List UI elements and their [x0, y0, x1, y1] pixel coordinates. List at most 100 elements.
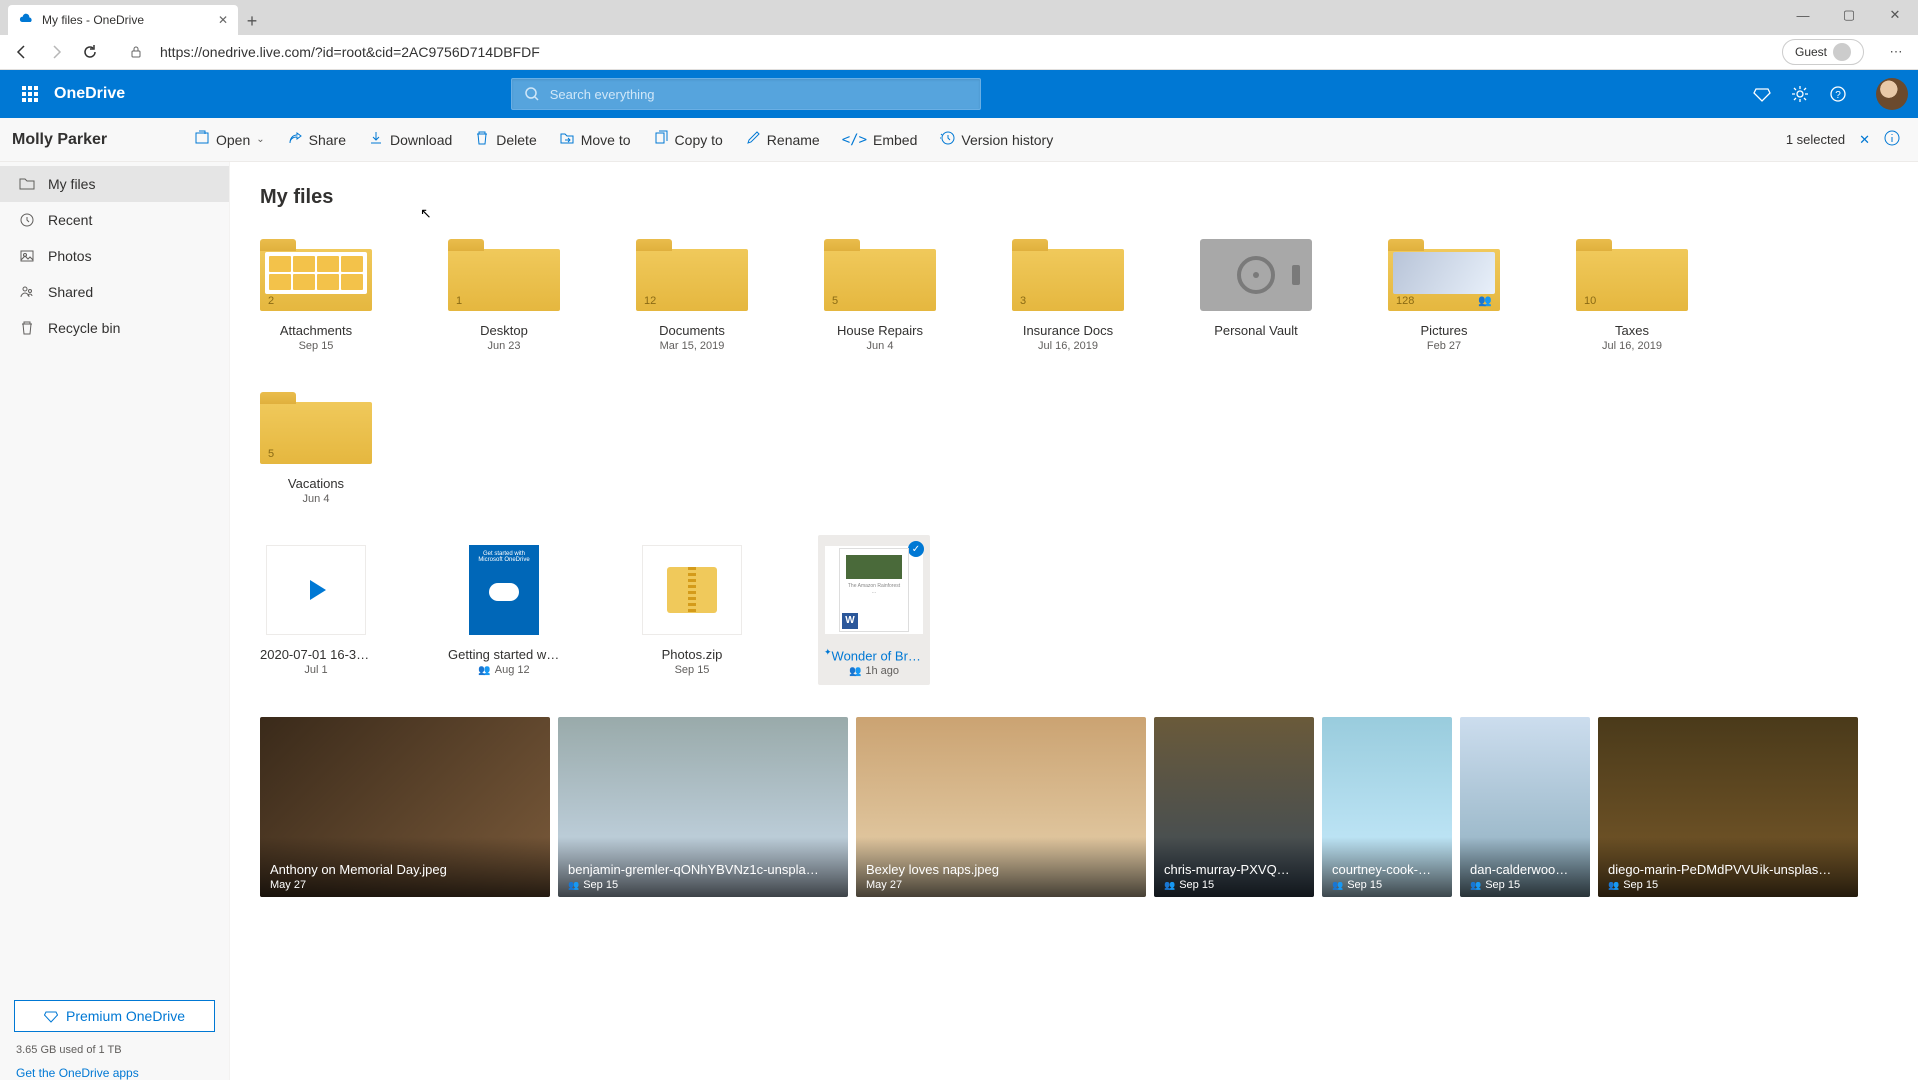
download-button[interactable]: Download [368, 130, 452, 149]
nav-recycle-bin[interactable]: Recycle bin [0, 310, 229, 346]
version-history-button[interactable]: Version history [939, 130, 1053, 149]
close-tab-icon[interactable]: ✕ [218, 13, 228, 27]
copy-icon [653, 130, 669, 149]
photo-name: Anthony on Memorial Day.jpeg [270, 862, 540, 877]
embed-button[interactable]: </>Embed [842, 132, 918, 148]
folder-icon: 128👥 [1388, 249, 1500, 311]
nav-shared[interactable]: Shared [0, 274, 229, 310]
folder-tile[interactable]: 5VacationsJun 4 [260, 392, 372, 505]
move-to-button[interactable]: Move to [559, 130, 631, 149]
premium-button[interactable]: Premium OneDrive [14, 1000, 215, 1032]
clock-icon [18, 211, 36, 229]
photo-card[interactable]: Anthony on Memorial Day.jpeg May 27 [260, 717, 550, 897]
file-tile[interactable]: ✓The Amazon Rainforest...W✦Wonder of Bra… [818, 535, 930, 685]
photo-date: May 27 [270, 879, 306, 891]
settings-button[interactable] [1790, 84, 1810, 104]
nav-my-files[interactable]: My files [0, 166, 229, 202]
folder-date: Sep 15 [260, 340, 372, 352]
folder-name: Vacations [260, 476, 372, 491]
file-tile[interactable]: Get started with Microsoft OneDriveGetti… [448, 545, 560, 677]
window-close[interactable]: ✕ [1872, 0, 1918, 30]
search-input[interactable]: Search everything [511, 78, 981, 110]
folder-tile[interactable]: 3Insurance DocsJul 16, 2019 [1012, 239, 1124, 352]
rename-button[interactable]: Rename [745, 130, 820, 149]
back-button[interactable] [12, 44, 32, 60]
shared-indicator-icon: 👥 [1332, 880, 1343, 891]
url-text[interactable]: https://onedrive.live.com/?id=root&cid=2… [160, 44, 1768, 60]
chevron-down-icon: ⌄ [256, 134, 264, 145]
folder-tile[interactable]: 1 Desktop Jun 23 [448, 239, 560, 352]
item-count: 12 [644, 295, 656, 307]
photo-date: Sep 15 [1623, 879, 1658, 891]
info-button[interactable] [1884, 130, 1900, 149]
user-avatar[interactable] [1876, 78, 1908, 110]
tab-title: My files - OneDrive [42, 13, 144, 27]
shared-indicator-icon: 👥 [478, 665, 490, 676]
item-count: 1 [456, 295, 462, 307]
photo-card[interactable]: Bexley loves naps.jpegMay 27 [856, 717, 1146, 897]
photo-card[interactable]: benjamin-gremler-qONhYBVNz1c-unspla… 👥 Sep… [558, 717, 848, 897]
folder-name: Documents [636, 323, 748, 338]
refresh-button[interactable] [80, 44, 100, 60]
file-tile[interactable]: 2020-07-01 16-35-10.m…Jul 1 [260, 545, 372, 677]
copy-to-button[interactable]: Copy to [653, 130, 723, 149]
nav-recent[interactable]: Recent [0, 202, 229, 238]
folder-tile[interactable]: 2AttachmentsSep 15 [260, 239, 372, 352]
profile-button[interactable]: Guest [1782, 39, 1864, 65]
zip-thumb [642, 545, 742, 635]
file-tile[interactable]: Photos.zipSep 15 [636, 545, 748, 677]
folder-tile[interactable]: 10TaxesJul 16, 2019 [1576, 239, 1688, 352]
guest-label: Guest [1795, 45, 1827, 59]
folder-icon: 5 [824, 249, 936, 311]
left-nav: My files Recent Photos Shared Recycle bi… [0, 162, 230, 1080]
content-area: My files 2AttachmentsSep 151DesktopJun 2… [230, 162, 1918, 1080]
download-icon [368, 130, 384, 149]
forward-button[interactable] [46, 44, 66, 60]
browser-menu-button[interactable]: ⋯ [1886, 44, 1906, 60]
photo-name: chris-murray-PXVQ… [1164, 862, 1304, 877]
delete-button[interactable]: Delete [474, 130, 536, 149]
item-count: 2 [268, 295, 274, 307]
folder-tile[interactable]: 128👥PicturesFeb 27 [1388, 239, 1500, 352]
window-maximize[interactable]: ▢ [1826, 0, 1872, 30]
vault-icon [1200, 239, 1312, 311]
folder-date: Jun 23 [448, 340, 560, 352]
premium-diamond-icon[interactable] [1752, 84, 1772, 104]
folder-name: Desktop [448, 323, 560, 338]
share-button[interactable]: Share [287, 130, 346, 149]
onedrive-icon [18, 12, 34, 28]
photo-name: benjamin-gremler-qONhYBVNz1c-unspla… [568, 862, 838, 877]
photo-card[interactable]: diego-marin-PeDMdPVVUik-unsplas…👥Sep 15 [1598, 717, 1858, 897]
waffle-icon [22, 86, 38, 102]
brand-name[interactable]: OneDrive [54, 85, 125, 103]
shared-indicator-icon: 👥 [568, 880, 579, 891]
play-icon [310, 580, 326, 600]
new-tab-button[interactable]: + [238, 7, 266, 35]
rename-icon [745, 130, 761, 149]
nav-photos[interactable]: Photos [0, 238, 229, 274]
open-button[interactable]: Open⌄ [194, 130, 265, 149]
photo-date: Sep 15 [1179, 879, 1214, 891]
folder-tile[interactable]: 5House RepairsJun 4 [824, 239, 936, 352]
get-apps-link[interactable]: Get the OneDrive apps [0, 1066, 229, 1080]
folder-icon: 12 [636, 249, 748, 311]
clear-selection-button[interactable]: ✕ [1859, 132, 1870, 148]
folder-name: Pictures [1388, 323, 1500, 338]
window-minimize[interactable]: — [1780, 0, 1826, 30]
folder-tile[interactable]: 12DocumentsMar 15, 2019 [636, 239, 748, 352]
folder-tile[interactable]: Personal Vault [1200, 239, 1312, 352]
photo-card[interactable]: chris-murray-PXVQ…👥Sep 15 [1154, 717, 1314, 897]
folder-name: House Repairs [824, 323, 936, 338]
photo-date: Sep 15 [583, 879, 618, 891]
photo-card[interactable]: dan-calderwoo…👥Sep 15 [1460, 717, 1590, 897]
lock-icon [126, 45, 146, 59]
video-thumb [266, 545, 366, 635]
folder-icon: 5 [260, 402, 372, 464]
help-button[interactable]: ? [1828, 84, 1848, 104]
file-name: 2020-07-01 16-35-10.m… [260, 647, 372, 662]
folder-date: Jul 16, 2019 [1576, 340, 1688, 352]
app-launcher[interactable] [10, 74, 50, 114]
photo-card[interactable]: courtney-cook-…👥Sep 15 [1322, 717, 1452, 897]
browser-tab[interactable]: My files - OneDrive ✕ [8, 5, 238, 35]
shared-indicator-icon: 👥 [849, 666, 861, 677]
